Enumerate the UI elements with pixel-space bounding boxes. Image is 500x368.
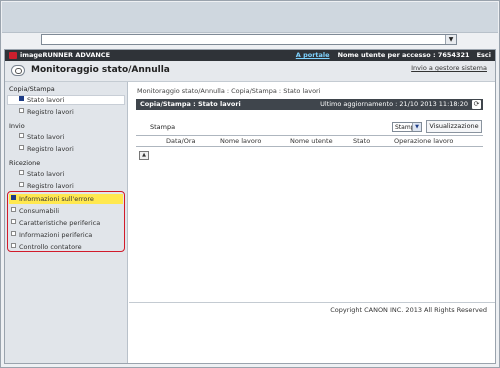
- sidebar-item-receive-job-status[interactable]: Stato lavori: [19, 170, 64, 178]
- bullet-square-icon: [19, 182, 24, 187]
- top-bar: imageRUNNER ADVANCE A portale Nome utent…: [5, 50, 495, 61]
- status-monitor-icon: [11, 65, 25, 76]
- filter-row: Stampa Stampa ▼ Visualizzazione: [136, 120, 483, 134]
- scroll-top-icon[interactable]: ▲: [139, 151, 149, 160]
- portal-link[interactable]: A portale: [296, 51, 330, 59]
- sidebar-item-copy-job-status[interactable]: Stato lavori: [19, 96, 64, 104]
- bullet-square-icon: [19, 170, 24, 175]
- brand-name: imageRUNNER ADVANCE: [20, 51, 111, 59]
- bullet-square-icon: [19, 145, 24, 150]
- highlight-frame: [7, 191, 125, 252]
- refresh-icon[interactable]: ⟳: [472, 100, 481, 109]
- canon-logo-icon: [9, 52, 17, 59]
- column-job-operation: Operazione lavoro: [394, 137, 454, 145]
- sidebar-item-copy-job-log[interactable]: Registro lavori: [19, 108, 74, 116]
- login-user-text: Nome utente per accesso : 7654321: [337, 51, 470, 59]
- logout-link[interactable]: Esci: [477, 51, 491, 59]
- sidebar-item-send-job-status[interactable]: Stato lavori: [19, 133, 64, 141]
- bullet-square-icon: [19, 133, 24, 138]
- sidebar-section-receive: Ricezione: [9, 159, 41, 167]
- panel-title: Copia/Stampa : Stato lavori: [140, 100, 241, 108]
- top-right-area: A portale Nome utente per accesso : 7654…: [296, 51, 491, 60]
- browser-toolbar: [2, 2, 498, 33]
- browser-window: ▼ imageRUNNER ADVANCE A portale Nome ute…: [0, 0, 500, 368]
- bullet-square-icon: [19, 108, 24, 113]
- job-table-header: Data/Ora Nome lavoro Nome utente Stato O…: [136, 135, 483, 147]
- column-date-time: Data/Ora: [166, 137, 196, 145]
- page-header: Monitoraggio stato/Annulla Invio a gesto…: [5, 61, 495, 82]
- remote-ui-app: imageRUNNER ADVANCE A portale Nome utent…: [4, 49, 496, 364]
- column-status: Stato: [353, 137, 371, 145]
- last-update-text: Ultimo aggiornamento : 21/10 2013 11:18:…: [320, 100, 468, 108]
- divider: [129, 302, 495, 303]
- job-type-select[interactable]: Stampa ▼: [392, 122, 422, 132]
- address-bar[interactable]: ▼: [41, 34, 457, 45]
- column-job-name: Nome lavoro: [220, 137, 262, 145]
- view-button[interactable]: Visualizzazione: [426, 120, 482, 133]
- system-manager-link[interactable]: Invio a gestore sistema: [411, 64, 487, 72]
- filter-label: Stampa: [150, 123, 176, 131]
- sidebar: Copia/Stampa Stato lavori Registro lavor…: [5, 82, 128, 363]
- column-user-name: Nome utente: [290, 137, 333, 145]
- sidebar-item-send-job-log[interactable]: Registro lavori: [19, 145, 74, 153]
- sidebar-item-receive-job-log[interactable]: Registro lavori: [19, 182, 74, 190]
- main-content: Monitoraggio stato/Annulla : Copia/Stamp…: [129, 82, 495, 363]
- page-title: Monitoraggio stato/Annulla: [31, 65, 170, 75]
- bullet-square-icon: [19, 96, 24, 101]
- sidebar-section-send: Invio: [9, 122, 25, 130]
- address-dropdown-icon[interactable]: ▼: [445, 35, 456, 44]
- breadcrumb: Monitoraggio stato/Annulla : Copia/Stamp…: [137, 87, 321, 95]
- chevron-down-icon: ▼: [412, 123, 421, 131]
- copyright-text: Copyright CANON INC. 2013 All Rights Res…: [330, 306, 487, 314]
- sidebar-section-copy-print: Copia/Stampa: [9, 85, 55, 93]
- panel-header: Copia/Stampa : Stato lavori Ultimo aggio…: [136, 99, 483, 110]
